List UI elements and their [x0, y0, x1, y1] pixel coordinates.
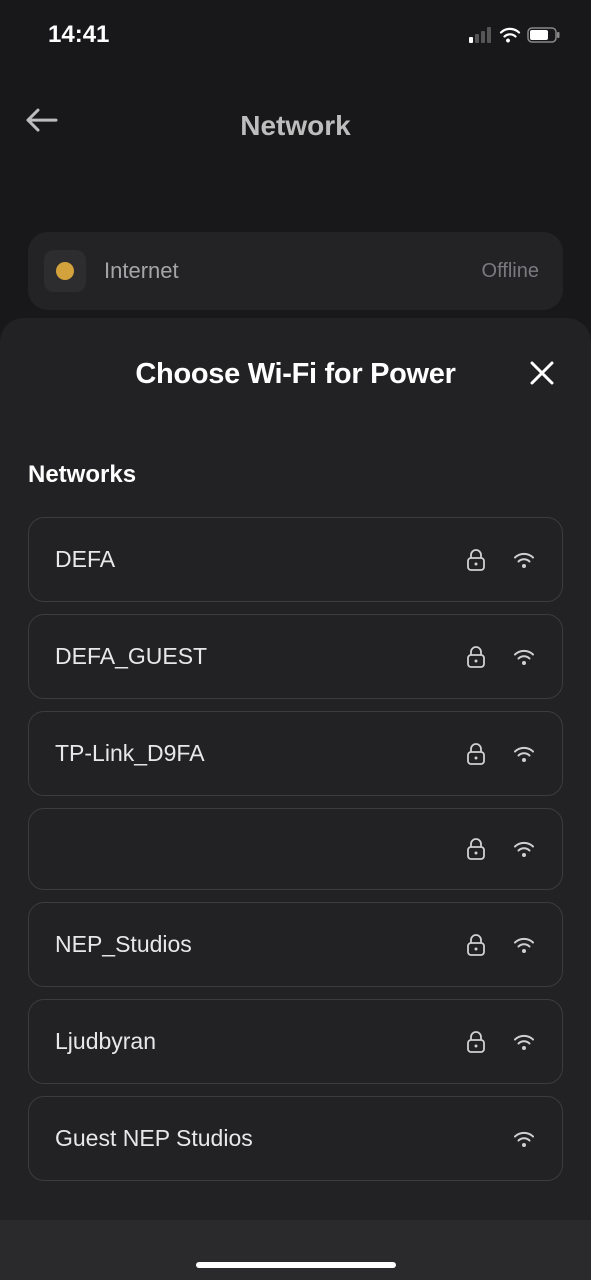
network-icons: [512, 1130, 536, 1148]
network-item[interactable]: NEP_Studios: [28, 902, 563, 987]
lock-icon: [466, 1030, 486, 1054]
network-name: NEP_Studios: [55, 931, 466, 958]
modal-header: Choose Wi-Fi for Power: [28, 358, 563, 391]
wifi-signal-icon: [512, 1033, 536, 1051]
network-icons: [466, 742, 536, 766]
network-item[interactable]: DEFA_GUEST: [28, 614, 563, 699]
wifi-icon: [499, 27, 521, 43]
lock-icon: [466, 645, 486, 669]
wifi-signal-icon: [512, 745, 536, 763]
wifi-signal-icon: [512, 648, 536, 666]
network-name: Guest NEP Studios: [55, 1125, 512, 1152]
bottom-bar: [0, 1220, 591, 1280]
cellular-icon: [469, 27, 493, 43]
network-icons: [466, 1030, 536, 1054]
status-indicators: [469, 27, 561, 43]
modal-title: Choose Wi-Fi for Power: [135, 358, 455, 391]
network-name: Ljudbyran: [55, 1028, 466, 1055]
lock-icon: [466, 548, 486, 572]
status-dot-icon: [56, 262, 74, 280]
network-name: TP-Link_D9FA: [55, 740, 466, 767]
wifi-signal-icon: [512, 936, 536, 954]
network-icons: [466, 933, 536, 957]
network-name: DEFA_GUEST: [55, 643, 466, 670]
internet-label: Internet: [104, 258, 179, 284]
network-item[interactable]: TP-Link_D9FA: [28, 711, 563, 796]
network-name: DEFA: [55, 546, 466, 573]
networks-list: DEFA DEFA_GUEST TP-Link_D9FA NEP_Studios Lju…: [28, 517, 563, 1181]
network-icons: [466, 548, 536, 572]
wifi-signal-icon: [512, 1130, 536, 1148]
lock-icon: [466, 933, 486, 957]
status-time: 14:41: [48, 21, 109, 49]
wifi-selection-modal: Choose Wi-Fi for Power Networks DEFADEFA…: [0, 318, 591, 1280]
status-dot-wrap: [44, 250, 86, 292]
networks-section-label: Networks: [28, 461, 563, 489]
lock-icon: [466, 742, 486, 766]
network-icons: [466, 645, 536, 669]
status-bar: 14:41: [0, 0, 591, 60]
home-indicator: [196, 1262, 396, 1268]
network-item[interactable]: [28, 808, 563, 890]
arrow-left-icon: [24, 106, 58, 134]
network-item[interactable]: Guest NEP Studios: [28, 1096, 563, 1181]
network-item[interactable]: DEFA: [28, 517, 563, 602]
wifi-signal-icon: [512, 551, 536, 569]
back-button[interactable]: [24, 106, 58, 139]
close-icon: [529, 360, 555, 386]
lock-icon: [466, 837, 486, 861]
network-icons: [466, 837, 536, 861]
page-title: Network: [240, 110, 350, 142]
internet-status-text: Offline: [482, 260, 539, 283]
close-button[interactable]: [529, 360, 555, 391]
network-item[interactable]: Ljudbyran: [28, 999, 563, 1084]
wifi-signal-icon: [512, 840, 536, 858]
page-header: Network: [0, 60, 591, 172]
battery-icon: [527, 27, 561, 43]
internet-status-card[interactable]: Internet Offline: [28, 232, 563, 310]
